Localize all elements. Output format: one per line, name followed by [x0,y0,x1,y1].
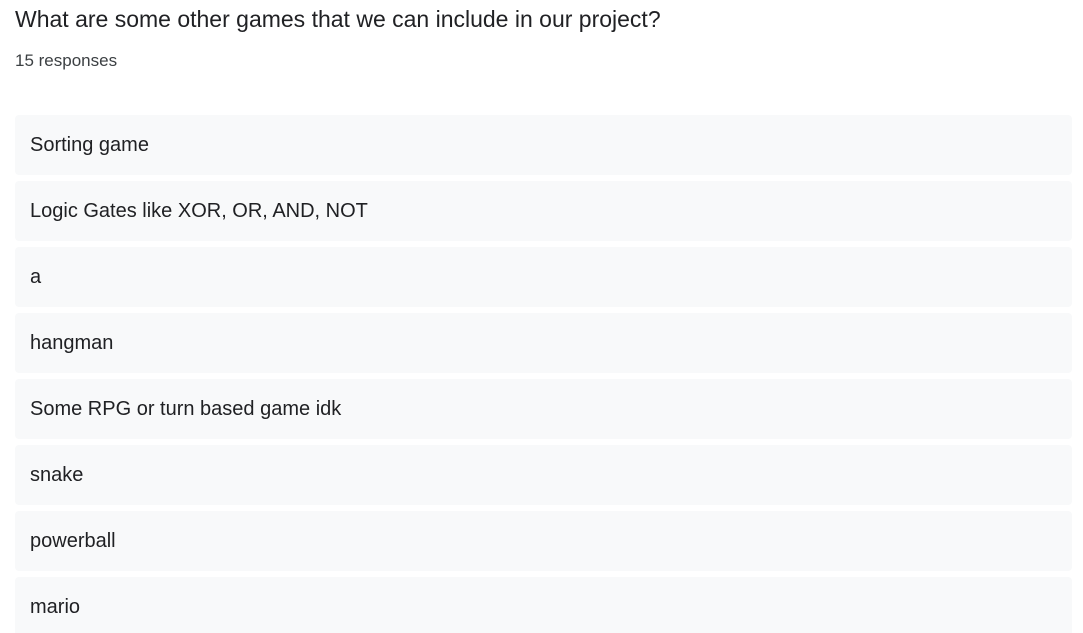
response-item: snake [15,445,1072,505]
response-item: Logic Gates like XOR, OR, AND, NOT [15,181,1072,241]
question-title: What are some other games that we can in… [15,6,661,32]
response-count: 15 responses [15,51,118,70]
response-item: hangman [15,313,1072,373]
response-item: Sorting game [15,115,1072,175]
response-item: mario [15,577,1072,633]
response-item: powerball [15,511,1072,571]
response-list: Sorting game Logic Gates like XOR, OR, A… [15,115,1072,633]
response-item: a [15,247,1072,307]
response-item: Some RPG or turn based game idk [15,379,1072,439]
